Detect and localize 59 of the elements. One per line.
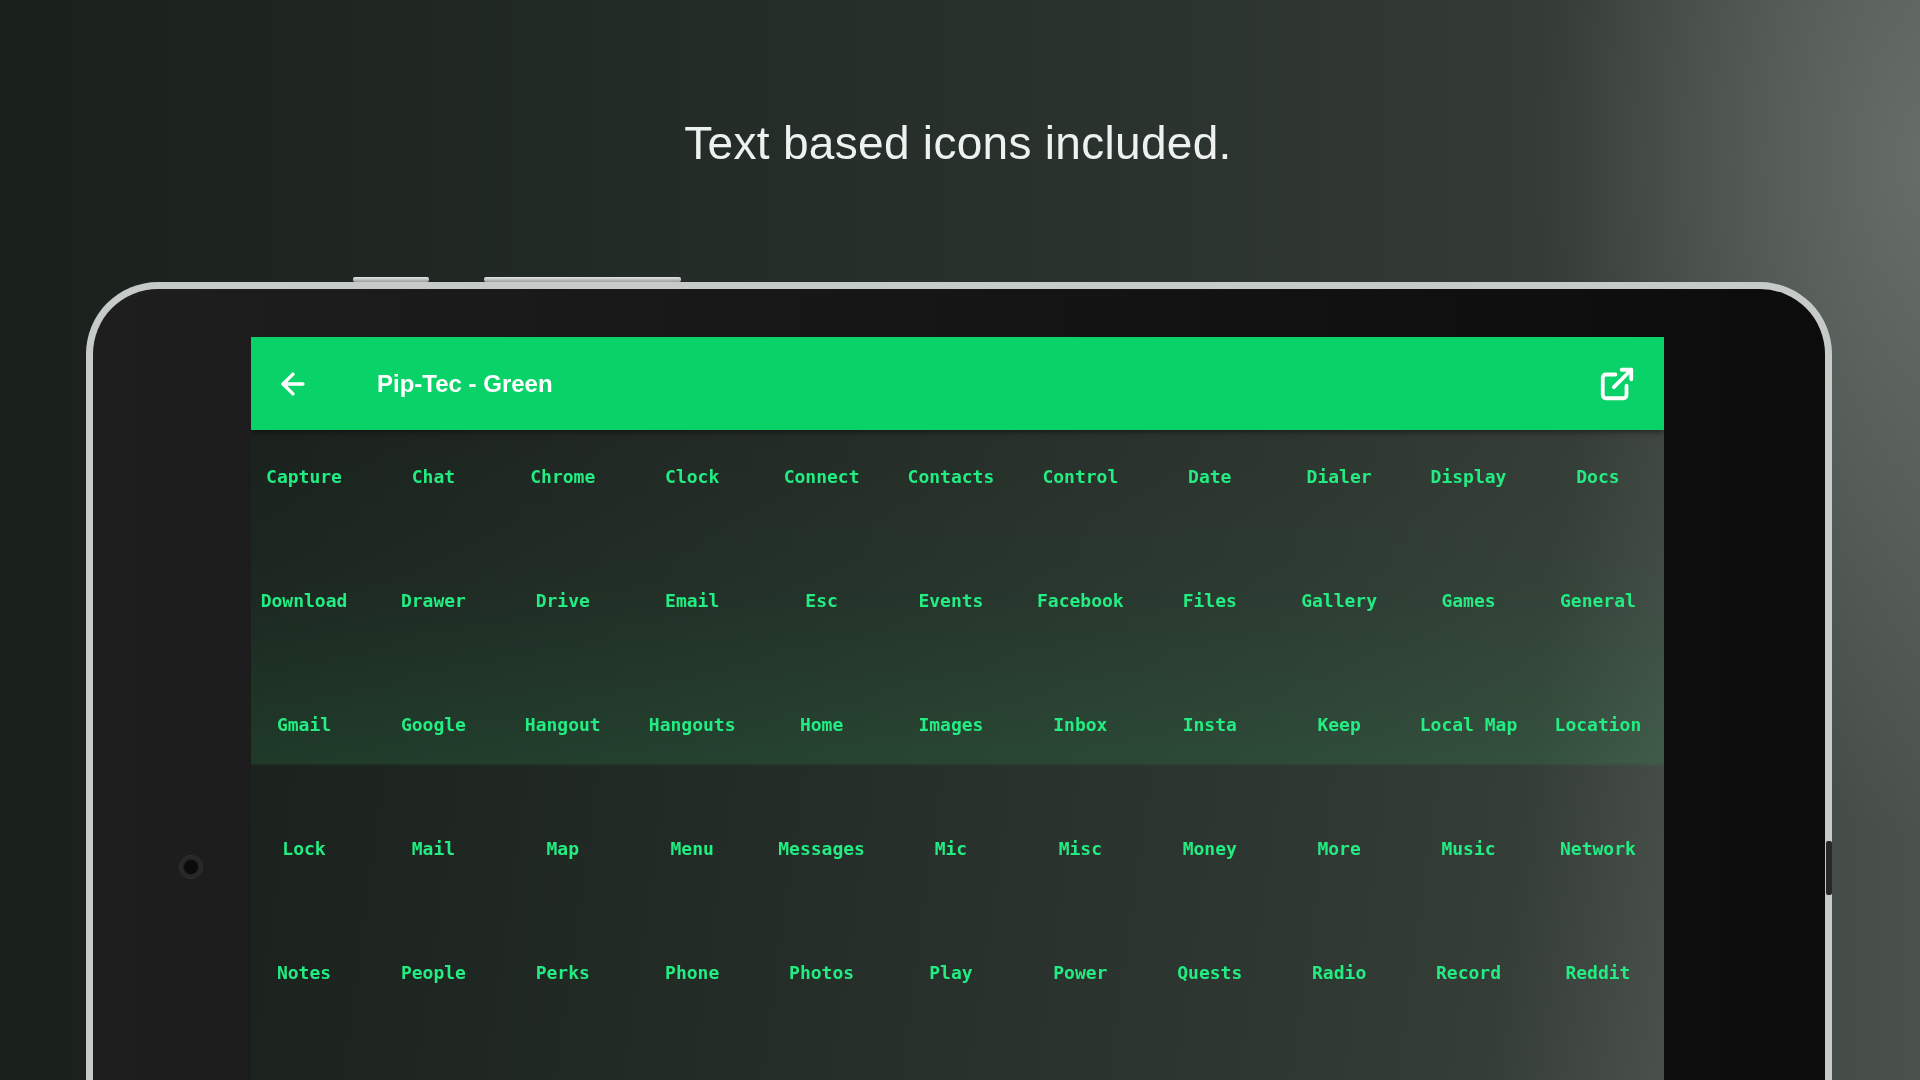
icon-label[interactable]: Clock: [665, 465, 720, 489]
icon-label[interactable]: Gmail: [276, 713, 332, 737]
icon-label[interactable]: Misc: [1058, 837, 1102, 861]
icon-label[interactable]: Lock: [282, 837, 326, 861]
icon-label[interactable]: Reddit: [1565, 961, 1631, 985]
icon-label[interactable]: Capture: [266, 465, 342, 489]
icon-label[interactable]: Keep: [1317, 713, 1361, 737]
icon-label[interactable]: Gallery: [1301, 589, 1378, 613]
icon-label[interactable]: Messages: [778, 837, 865, 861]
icon-label[interactable]: Google: [400, 713, 466, 737]
icon-label[interactable]: Drawer: [400, 589, 466, 613]
icon-label[interactable]: Mic: [934, 837, 968, 861]
icon-label[interactable]: Download: [260, 589, 348, 613]
icon-label[interactable]: Home: [799, 713, 844, 737]
icon-label[interactable]: Perks: [535, 961, 590, 985]
icon-label[interactable]: Date: [1188, 465, 1232, 489]
icon-label[interactable]: Connect: [783, 465, 860, 489]
icon-label[interactable]: Location: [1554, 713, 1642, 737]
icon-label[interactable]: Quests: [1177, 961, 1243, 985]
icon-label[interactable]: Chrome: [530, 465, 596, 489]
icon-label[interactable]: Play: [929, 961, 973, 985]
icon-label[interactable]: General: [1559, 589, 1636, 613]
icon-label[interactable]: Power: [1053, 961, 1108, 985]
icon-label[interactable]: Network: [1559, 837, 1636, 861]
icon-label[interactable]: Email: [665, 589, 720, 613]
icon-label[interactable]: Local Map: [1419, 713, 1518, 737]
camera-lens-icon: [179, 855, 203, 879]
icon-label[interactable]: Files: [1182, 589, 1237, 613]
icon-label[interactable]: Money: [1182, 837, 1237, 861]
icon-label[interactable]: Phone: [665, 961, 720, 985]
icon-label[interactable]: People: [400, 961, 466, 985]
icon-label[interactable]: Photos: [789, 961, 855, 985]
icon-label[interactable]: Notes: [276, 961, 332, 985]
icon-label[interactable]: Control: [1042, 465, 1119, 489]
icon-label[interactable]: Radio: [1312, 961, 1367, 985]
icon-label[interactable]: Record: [1436, 961, 1502, 985]
app-title: Pip-Tec - Green: [377, 368, 554, 399]
icon-label[interactable]: More: [1317, 837, 1361, 861]
icon-label[interactable]: Facebook: [1037, 589, 1124, 613]
icon-label[interactable]: Display: [1430, 465, 1507, 489]
icon-label[interactable]: Images: [918, 713, 984, 737]
icon-label[interactable]: Games: [1441, 589, 1496, 613]
icon-label[interactable]: Docs: [1576, 465, 1620, 489]
icon-label[interactable]: Hangout: [524, 713, 601, 737]
icon-label[interactable]: Map: [546, 837, 580, 861]
icon-label[interactable]: Chat: [411, 465, 456, 489]
icon-label[interactable]: Menu: [670, 837, 714, 861]
icon-label[interactable]: Mail: [411, 837, 456, 861]
icon-label[interactable]: Esc: [805, 589, 838, 613]
icon-label[interactable]: Insta: [1182, 713, 1237, 737]
icon-label[interactable]: Inbox: [1053, 713, 1108, 737]
icon-label[interactable]: Drive: [535, 589, 590, 613]
icon-label[interactable]: Dialer: [1306, 465, 1372, 489]
icon-label[interactable]: Events: [918, 589, 984, 613]
tablet-edge-ridge: [1826, 841, 1832, 895]
headline: Text based icons included.: [684, 116, 1232, 171]
icon-label[interactable]: Contacts: [907, 465, 995, 489]
icon-label[interactable]: Music: [1441, 837, 1496, 861]
icon-label[interactable]: Hangouts: [648, 713, 736, 737]
